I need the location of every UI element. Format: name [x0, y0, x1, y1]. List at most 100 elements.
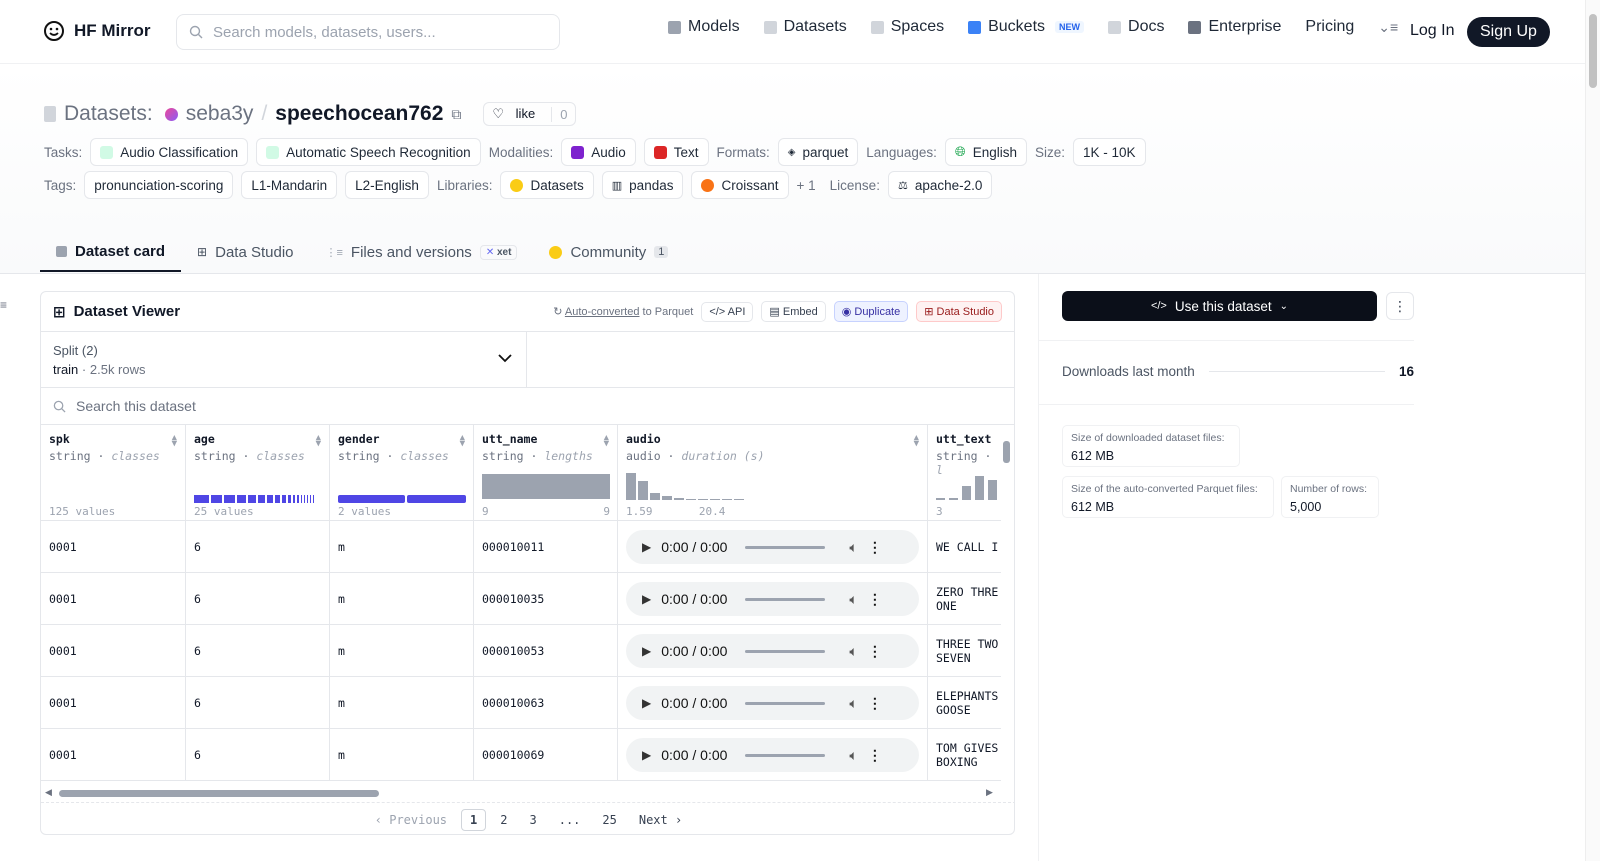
- tag-size[interactable]: 1K - 10K: [1072, 138, 1146, 166]
- page-1-button[interactable]: 1: [461, 808, 487, 831]
- dataset-name[interactable]: speechocean762: [275, 102, 443, 126]
- page-2-button[interactable]: 2: [492, 810, 515, 830]
- play-icon[interactable]: ▶: [642, 592, 651, 606]
- page-scrollbar[interactable]: [1585, 0, 1600, 861]
- tag-datasets[interactable]: Datasets: [500, 171, 594, 199]
- volume-icon[interactable]: 🔈︎: [849, 539, 857, 556]
- next-page-button[interactable]: Next ›: [631, 810, 690, 830]
- auto-converted-link[interactable]: Auto-converted: [565, 306, 640, 318]
- column-header-utt-name[interactable]: utt_name string · lengths 99 ▲ ▼: [474, 425, 618, 520]
- play-icon[interactable]: ▶: [642, 696, 651, 710]
- data-studio-button[interactable]: ⊞ Data Studio: [916, 301, 1002, 322]
- embed-button[interactable]: ▤ Embed: [761, 301, 826, 322]
- page-3-button[interactable]: 3: [521, 810, 544, 830]
- owner-link[interactable]: seba3y: [186, 102, 254, 126]
- column-header-spk[interactable]: spk string · classes 125 values ▲ ▼: [41, 425, 186, 520]
- volume-icon[interactable]: 🔈︎: [849, 747, 857, 764]
- table-row[interactable]: 0001 6 m 000010011 ▶ 0:00 / 0:00 🔈︎ ⋮ WE CALL I: [41, 521, 1001, 573]
- play-icon[interactable]: ▶: [642, 540, 651, 554]
- sort-icon[interactable]: ▲ ▼: [172, 434, 177, 449]
- play-icon[interactable]: ▶: [642, 748, 651, 762]
- sort-icon[interactable]: ▲ ▼: [604, 434, 609, 449]
- more-menu-icon[interactable]: ⌄≡: [1378, 19, 1398, 36]
- sort-icon[interactable]: ▲ ▼: [914, 434, 919, 449]
- audio-progress[interactable]: [745, 597, 826, 601]
- copy-icon[interactable]: ⧉: [451, 106, 461, 123]
- tag-l2-english[interactable]: L2-English: [345, 171, 429, 199]
- tab-files[interactable]: ⋮≡ Files and versions ✕ xet: [310, 232, 534, 272]
- audio-player[interactable]: ▶ 0:00 / 0:00 🔈︎ ⋮: [626, 530, 919, 564]
- scroll-left-icon[interactable]: ◀: [45, 787, 52, 798]
- column-header-audio[interactable]: audio audio · duration (s) 1.59 20.4 ▲ ▼: [618, 425, 928, 520]
- volume-icon[interactable]: 🔈︎: [849, 643, 857, 660]
- brand-logo[interactable]: HF Mirror: [42, 19, 151, 43]
- page-25-button[interactable]: 25: [594, 810, 624, 830]
- nav-docs[interactable]: Docs: [1108, 18, 1164, 36]
- nav-enterprise[interactable]: Enterprise: [1188, 18, 1281, 36]
- global-search-input[interactable]: Search models, datasets, users...: [176, 14, 560, 50]
- api-button[interactable]: </> API: [701, 301, 754, 322]
- audio-player[interactable]: ▶ 0:00 / 0:00 🔈︎ ⋮: [626, 738, 919, 772]
- previous-page-button[interactable]: ‹ Previous: [367, 810, 455, 830]
- table-row[interactable]: 0001 6 m 000010035 ▶ 0:00 / 0:00 🔈︎ ⋮ ZERO THRE …: [41, 573, 1001, 625]
- split-select[interactable]: Split (2) train · 2.5k rows: [41, 332, 527, 387]
- scroll-right-icon[interactable]: ▶: [986, 787, 993, 798]
- audio-progress[interactable]: [745, 701, 826, 705]
- kebab-icon[interactable]: ⋮: [868, 747, 882, 764]
- column-header-age[interactable]: age string · classes 25 values ▲ ▼: [186, 425, 330, 520]
- sort-icon[interactable]: ▲ ▼: [460, 434, 465, 449]
- tab-dataset-card[interactable]: Dataset card: [40, 232, 182, 272]
- kebab-icon[interactable]: ⋮: [868, 591, 882, 608]
- tag-license[interactable]: ⚖︎ apache-2.0: [887, 171, 993, 199]
- vertical-table-scrollbar[interactable]: [1001, 429, 1013, 785]
- tag-audio[interactable]: Audio: [561, 138, 636, 166]
- nav-spaces[interactable]: Spaces: [870, 18, 944, 36]
- play-icon[interactable]: ▶: [642, 644, 651, 658]
- tag-text[interactable]: Text: [643, 138, 709, 166]
- tab-data-studio[interactable]: ⊞ Data Studio: [181, 232, 309, 272]
- more-libraries[interactable]: + 1: [797, 178, 816, 193]
- audio-player[interactable]: ▶ 0:00 / 0:00 🔈︎ ⋮: [626, 582, 919, 616]
- nav-models[interactable]: Models: [668, 18, 740, 36]
- table-row[interactable]: 0001 6 m 000010053 ▶ 0:00 / 0:00 🔈︎ ⋮ THREE TWO …: [41, 625, 1001, 677]
- use-dataset-button[interactable]: </> Use this dataset ⌄: [1062, 291, 1377, 321]
- tab-community[interactable]: Community 1: [533, 232, 684, 272]
- audio-progress[interactable]: [745, 649, 826, 653]
- table-row[interactable]: 0001 6 m 000010063 ▶ 0:00 / 0:00 🔈︎ ⋮ ELEPHANTS …: [41, 677, 1001, 729]
- tag-audio-classification[interactable]: Audio Classification: [90, 138, 249, 166]
- column-header-utt-text[interactable]: utt_text string · l 3: [928, 425, 1001, 520]
- kebab-icon[interactable]: ⋮: [868, 539, 882, 556]
- tag-parquet[interactable]: ◈ parquet: [777, 138, 859, 166]
- volume-icon[interactable]: 🔈︎: [849, 695, 857, 712]
- sort-icon[interactable]: ▲ ▼: [316, 434, 321, 449]
- audio-progress[interactable]: [745, 753, 826, 757]
- sidebar-toggle-icon[interactable]: ≡: [0, 298, 7, 312]
- scroll-thumb[interactable]: [1003, 441, 1010, 463]
- tag-croissant[interactable]: Croissant: [691, 171, 789, 199]
- login-link[interactable]: Log In: [1410, 22, 1454, 40]
- tag-pandas[interactable]: ▥ pandas: [601, 171, 684, 199]
- audio-progress[interactable]: [745, 545, 826, 549]
- scroll-thumb[interactable]: [59, 790, 379, 797]
- kebab-icon[interactable]: ⋮: [1386, 292, 1414, 320]
- nav-datasets[interactable]: Datasets: [763, 18, 847, 36]
- tag-pronunciation-scoring[interactable]: pronunciation-scoring: [84, 171, 234, 199]
- nav-buckets[interactable]: Buckets NEW: [968, 18, 1085, 36]
- horizontal-scrollbar[interactable]: ◀ ▶: [41, 786, 1001, 800]
- duplicate-button[interactable]: ◉ Duplicate: [833, 301, 909, 322]
- kebab-icon[interactable]: ⋮: [868, 695, 882, 712]
- scroll-thumb[interactable]: [1589, 14, 1597, 88]
- tag-english[interactable]: 🌐︎ English: [944, 138, 1027, 166]
- like-button[interactable]: ♡ like 0: [483, 102, 577, 126]
- audio-player[interactable]: ▶ 0:00 / 0:00 🔈︎ ⋮: [626, 686, 919, 720]
- table-row[interactable]: 0001 6 m 000010069 ▶ 0:00 / 0:00 🔈︎ ⋮ TOM GIVES …: [41, 729, 1001, 781]
- tag-l1-mandarin[interactable]: L1-Mandarin: [241, 171, 338, 199]
- signup-button[interactable]: Sign Up: [1467, 17, 1550, 47]
- kebab-icon[interactable]: ⋮: [868, 643, 882, 660]
- audio-player[interactable]: ▶ 0:00 / 0:00 🔈︎ ⋮: [626, 634, 919, 668]
- volume-icon[interactable]: 🔈︎: [849, 591, 857, 608]
- nav-pricing[interactable]: Pricing: [1305, 18, 1354, 36]
- tag-asr[interactable]: Automatic Speech Recognition: [256, 138, 481, 166]
- column-header-gender[interactable]: gender string · classes 2 values ▲ ▼: [330, 425, 474, 520]
- viewer-search-input[interactable]: Search this dataset: [41, 388, 1014, 425]
